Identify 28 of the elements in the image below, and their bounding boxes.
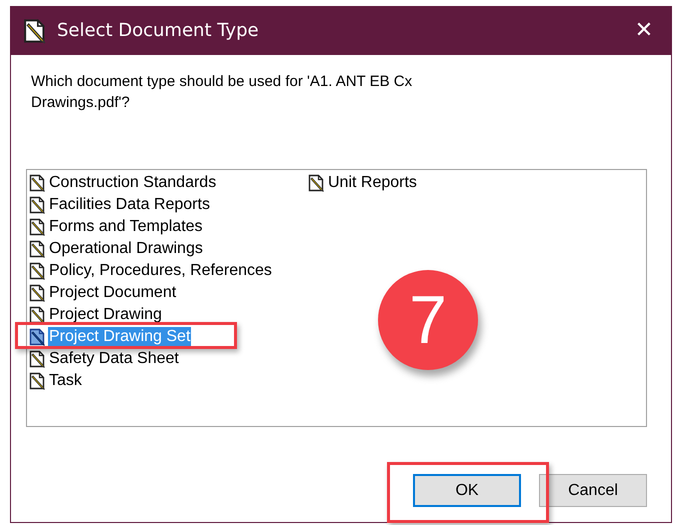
list-item[interactable]: Unit Reports <box>327 173 418 193</box>
document-pencil-icon <box>29 372 46 390</box>
document-pencil-icon <box>29 350 46 368</box>
list-item[interactable]: Forms and Templates <box>48 217 204 237</box>
list-item[interactable]: Project Document <box>48 283 178 303</box>
list-item[interactable]: Project Drawing <box>48 305 163 325</box>
document-pencil-icon <box>23 18 47 44</box>
prompt-text: Which document type should be used for 'A1. ANT EB Cx Drawings.pdf'? <box>31 72 414 113</box>
document-pencil-icon <box>29 240 46 258</box>
document-pencil-icon <box>29 306 46 324</box>
document-pencil-icon <box>29 174 46 192</box>
list-item[interactable]: Policy, Procedures, References <box>48 261 273 281</box>
close-button[interactable]: ✕ <box>621 10 667 50</box>
document-pencil-icon <box>29 196 46 214</box>
cancel-button[interactable]: Cancel <box>539 474 647 507</box>
document-pencil-icon <box>29 284 46 302</box>
document-pencil-icon <box>29 262 46 280</box>
list-item[interactable]: Safety Data Sheet <box>48 349 180 369</box>
document-pencil-icon <box>29 328 46 346</box>
window-title: Select Document Type <box>57 20 260 41</box>
list-item[interactable]: Operational Drawings <box>48 239 204 259</box>
list-item[interactable]: Facilities Data Reports <box>48 195 211 215</box>
document-pencil-icon <box>29 218 46 236</box>
step-badge: 7 <box>378 270 478 370</box>
document-pencil-icon <box>308 174 325 192</box>
list-item[interactable]: Construction Standards <box>48 173 218 193</box>
list-item[interactable]: Task <box>48 371 83 391</box>
ok-button[interactable]: OK <box>413 474 521 507</box>
